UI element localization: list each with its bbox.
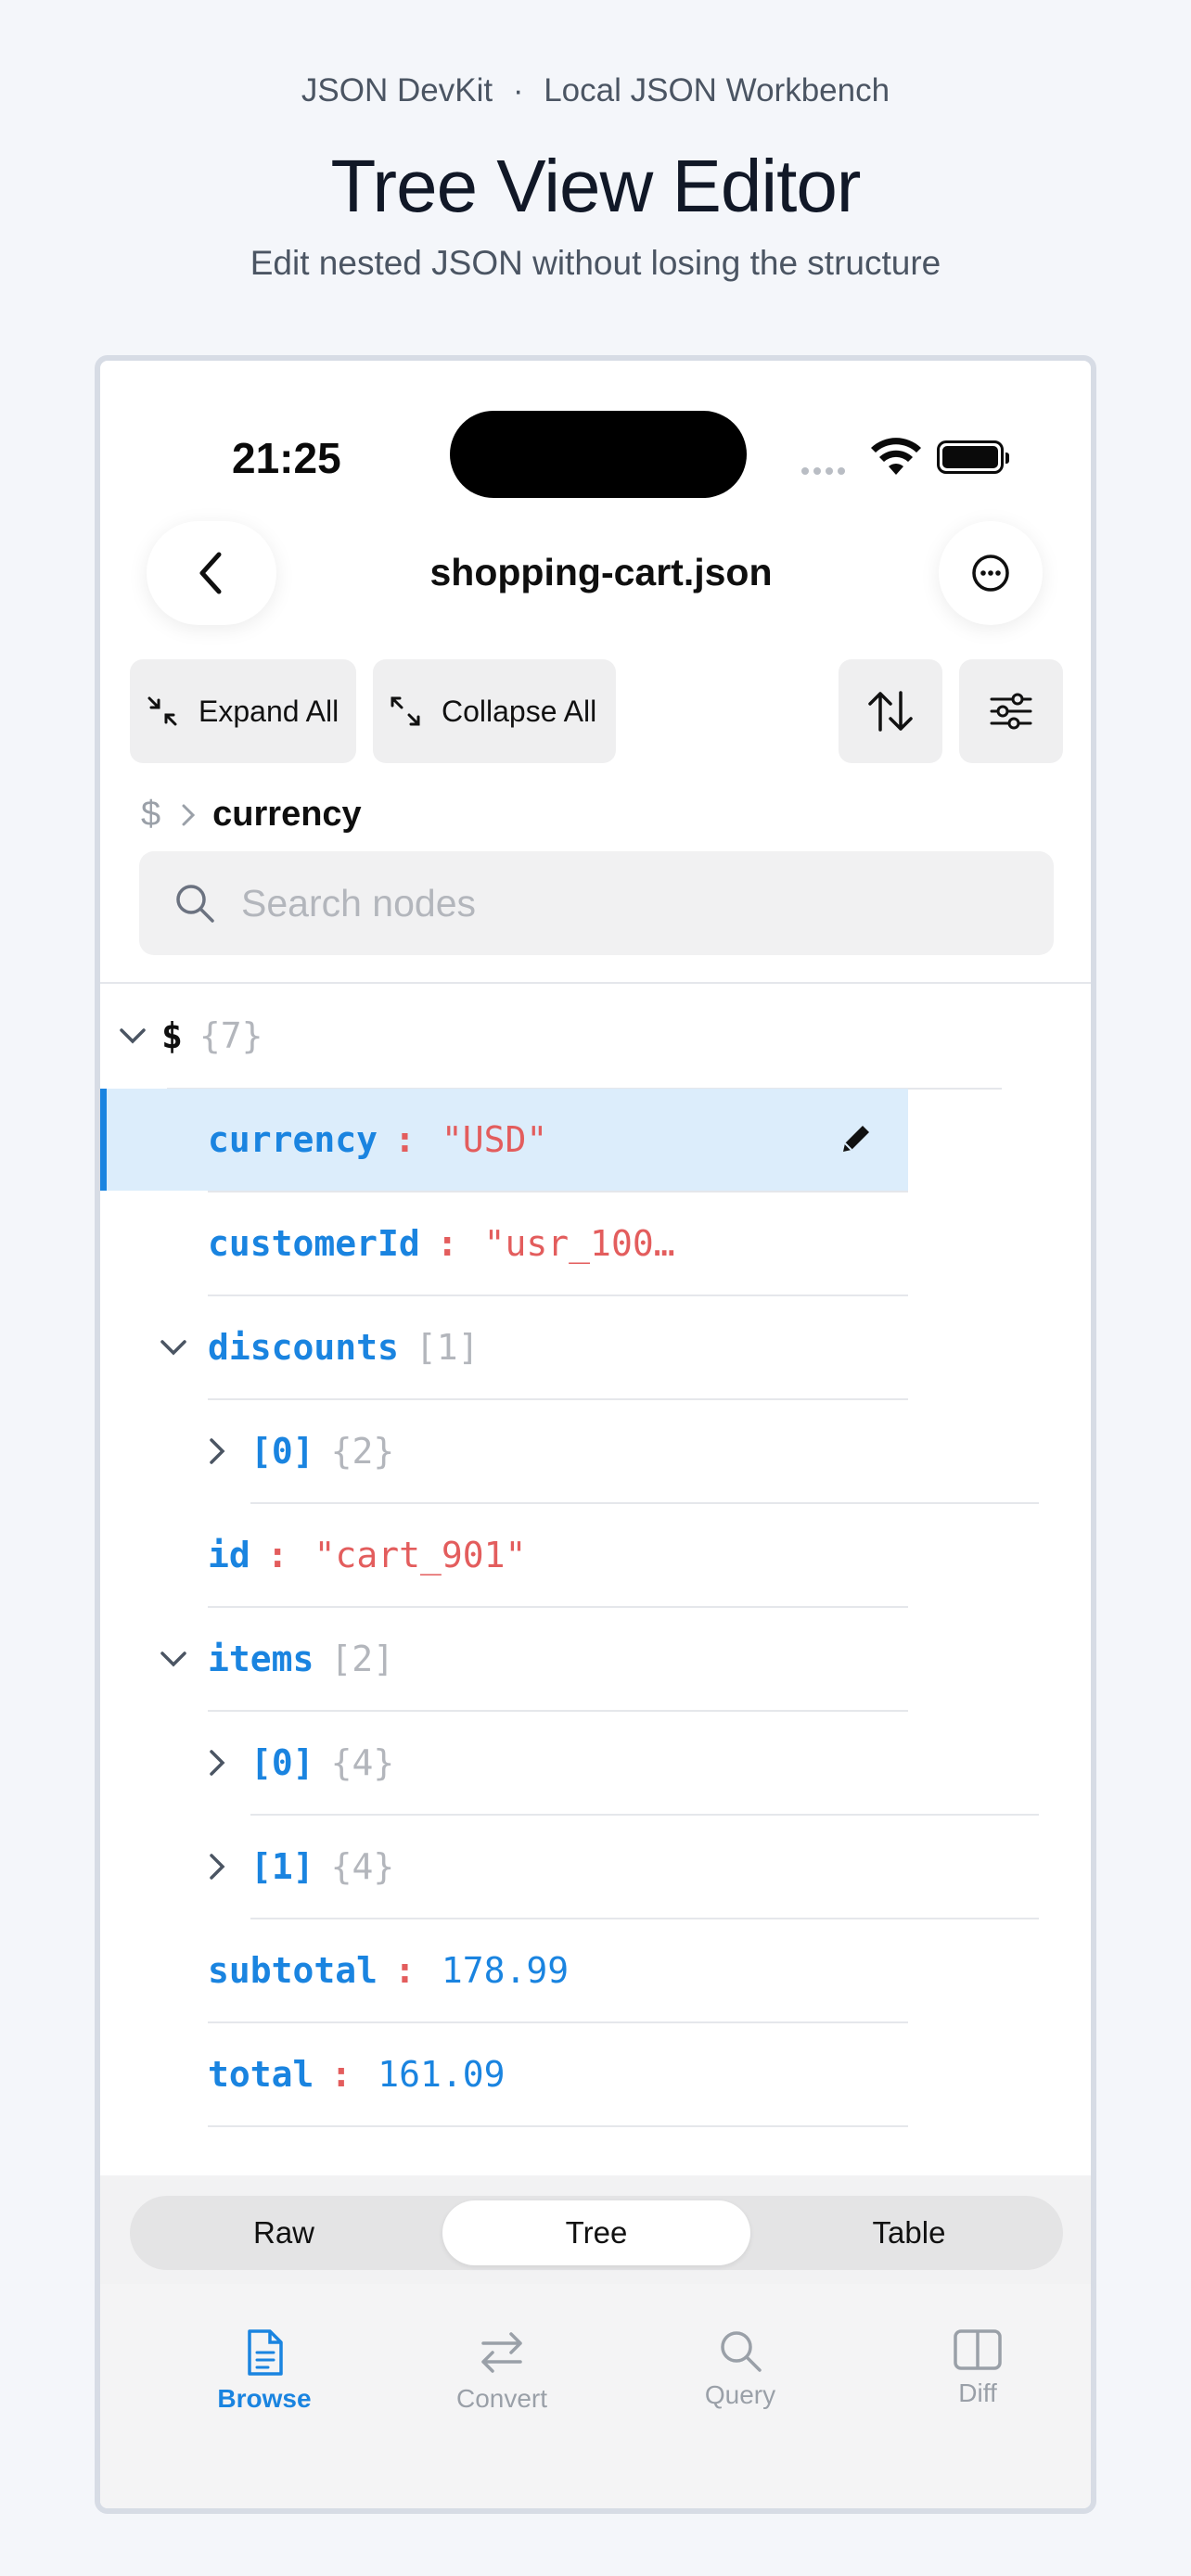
brand-separator: · bbox=[512, 72, 524, 108]
view-mode-bar: Raw Tree Table bbox=[100, 2175, 1091, 2284]
tab-diff-label: Diff bbox=[958, 2378, 997, 2407]
sort-arrows-icon bbox=[868, 691, 913, 732]
tree-node-discounts[interactable]: discounts [1] bbox=[160, 1295, 480, 1399]
node-count: [2] bbox=[330, 1639, 395, 1679]
node-key: total bbox=[208, 2054, 314, 2095]
breadcrumb-root[interactable]: $ bbox=[141, 795, 160, 835]
node-key: id bbox=[208, 1535, 250, 1575]
tree-node-discounts-0[interactable]: [0] {2} bbox=[208, 1399, 394, 1503]
node-separator: : bbox=[436, 1223, 458, 1264]
dynamic-island bbox=[450, 411, 747, 498]
collapse-arrows-icon bbox=[147, 696, 177, 726]
page-subtitle: Edit nested JSON without losing the stru… bbox=[250, 244, 941, 282]
file-title: shopping-cart.json bbox=[429, 551, 773, 593]
tree-node-root[interactable]: $ {7} bbox=[119, 984, 263, 1088]
search-icon bbox=[721, 2331, 762, 2372]
brand-name: JSON DevKit bbox=[301, 72, 493, 108]
node-key: [0] bbox=[250, 1431, 314, 1472]
tree-node-currency[interactable]: currency : "USD" bbox=[107, 1089, 908, 1191]
sort-button[interactable] bbox=[839, 659, 942, 763]
node-separator: : bbox=[330, 2054, 352, 2095]
node-count: {4} bbox=[330, 1742, 395, 1783]
chevron-right-icon[interactable] bbox=[208, 1749, 250, 1777]
node-key: customerId bbox=[208, 1223, 420, 1264]
tab-browse-label: Browse bbox=[217, 2384, 312, 2413]
pencil-edit-icon[interactable] bbox=[838, 1120, 875, 1157]
back-button[interactable] bbox=[147, 521, 276, 625]
view-mode-segmented-control: Raw Tree Table bbox=[130, 2196, 1063, 2270]
phone-frame: 21:25 shopping-cart.json Expand All Coll… bbox=[95, 355, 1096, 2514]
tree-node-customerId[interactable]: customerId : "usr_100… bbox=[208, 1192, 675, 1295]
segment-tree[interactable]: Tree bbox=[442, 2200, 750, 2265]
tab-query[interactable]: Query bbox=[666, 2328, 814, 2410]
document-icon bbox=[248, 2329, 283, 2376]
tab-bar: Browse Convert Query Diff bbox=[100, 2284, 1091, 2508]
tree-node-items[interactable]: items [2] bbox=[160, 1607, 394, 1711]
more-button[interactable] bbox=[939, 521, 1043, 625]
chevron-down-icon[interactable] bbox=[160, 1650, 208, 1668]
node-value: 178.99 bbox=[441, 1950, 570, 1991]
chevron-right-icon bbox=[181, 803, 196, 827]
node-separator: : bbox=[266, 1535, 288, 1575]
segment-table[interactable]: Table bbox=[755, 2196, 1063, 2270]
tab-convert-label: Convert bbox=[455, 2384, 548, 2413]
node-key: discounts bbox=[208, 1327, 399, 1368]
cellular-signal-icon bbox=[801, 463, 850, 479]
node-value: "usr_100… bbox=[483, 1223, 675, 1264]
tree-node-subtotal[interactable]: subtotal : 178.99 bbox=[208, 1919, 569, 2022]
page-title: Tree View Editor bbox=[330, 145, 862, 227]
tab-query-label: Query bbox=[704, 2380, 776, 2409]
collapse-all-label: Collapse All bbox=[442, 694, 597, 728]
chevron-right-icon[interactable] bbox=[208, 1437, 250, 1465]
tree-node-total[interactable]: total : 161.09 bbox=[208, 2022, 506, 2126]
tree-node-items-0[interactable]: [0] {4} bbox=[208, 1711, 394, 1815]
header-brand-line: JSON DevKit · Local JSON Workbench bbox=[0, 72, 1191, 109]
node-count: {2} bbox=[330, 1431, 395, 1472]
status-time: 21:25 bbox=[232, 434, 341, 482]
tree-node-id[interactable]: id : "cart_901" bbox=[208, 1503, 526, 1607]
ellipsis-circle-icon bbox=[972, 555, 1009, 592]
search-field[interactable]: Search nodes bbox=[139, 851, 1054, 955]
expand-all-button[interactable]: Expand All bbox=[130, 659, 356, 763]
node-count: [1] bbox=[415, 1327, 480, 1368]
row-divider bbox=[208, 2125, 908, 2127]
arrows-left-right-icon bbox=[481, 2332, 522, 2373]
tab-convert[interactable]: Convert bbox=[428, 2328, 576, 2414]
node-key: currency bbox=[208, 1119, 378, 1160]
node-key: subtotal bbox=[208, 1950, 378, 1991]
node-key: [0] bbox=[250, 1742, 314, 1783]
search-icon bbox=[176, 885, 214, 923]
search-input[interactable]: Search nodes bbox=[241, 882, 476, 925]
battery-icon bbox=[937, 440, 1009, 474]
sliders-icon bbox=[990, 693, 1032, 730]
node-count: {4} bbox=[330, 1846, 395, 1887]
node-count: {7} bbox=[198, 1015, 263, 1056]
collapse-all-button[interactable]: Collapse All bbox=[373, 659, 616, 763]
tree-node-items-1[interactable]: [1] {4} bbox=[208, 1815, 394, 1919]
node-separator: : bbox=[394, 1950, 416, 1991]
filter-button[interactable] bbox=[959, 659, 1063, 763]
segment-raw[interactable]: Raw bbox=[130, 2196, 438, 2270]
chevron-left-icon bbox=[199, 552, 222, 594]
chevron-right-icon[interactable] bbox=[208, 1853, 250, 1881]
node-key: items bbox=[208, 1639, 314, 1679]
expand-all-label: Expand All bbox=[198, 694, 339, 728]
chevron-down-icon[interactable] bbox=[119, 1027, 161, 1045]
breadcrumb: $ currency bbox=[141, 795, 362, 835]
split-view-icon bbox=[954, 2329, 1002, 2370]
brand-tagline: Local JSON Workbench bbox=[544, 72, 890, 108]
node-value: 161.09 bbox=[378, 2054, 506, 2095]
breadcrumb-current: currency bbox=[212, 795, 362, 834]
chevron-down-icon[interactable] bbox=[160, 1338, 208, 1357]
node-key: [1] bbox=[250, 1846, 314, 1887]
expand-arrows-icon bbox=[391, 696, 420, 726]
node-separator: : bbox=[394, 1119, 416, 1160]
tab-diff[interactable]: Diff bbox=[903, 2328, 1052, 2408]
node-value: "USD" bbox=[441, 1119, 548, 1160]
node-value: "cart_901" bbox=[314, 1535, 527, 1575]
node-key: $ bbox=[161, 1015, 183, 1056]
wifi-icon bbox=[871, 438, 921, 475]
selection-indicator bbox=[100, 1089, 107, 1191]
tab-browse[interactable]: Browse bbox=[190, 2328, 339, 2414]
